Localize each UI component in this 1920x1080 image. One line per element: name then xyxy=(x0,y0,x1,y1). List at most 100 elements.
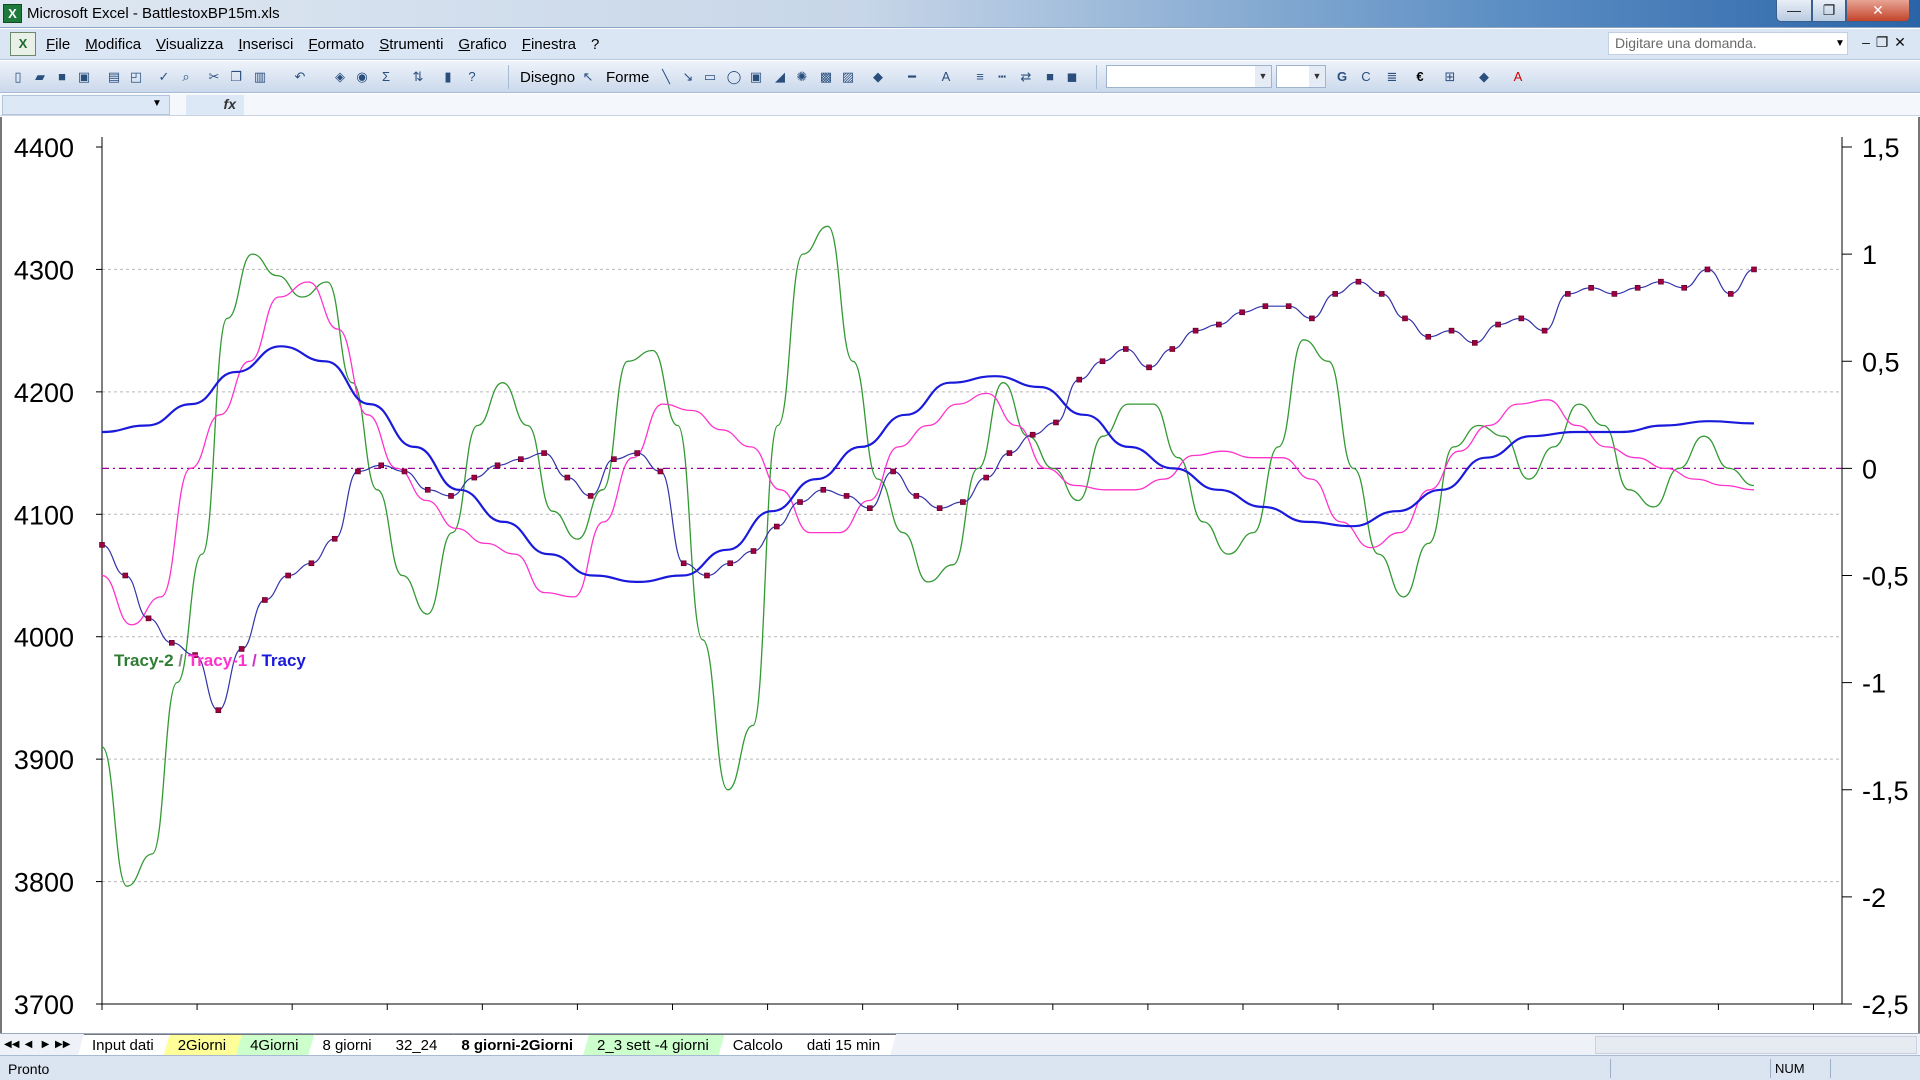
save-icon[interactable]: ■ xyxy=(52,67,72,87)
excel-icon[interactable]: X xyxy=(3,4,22,23)
sort-icon[interactable]: ⇅ xyxy=(408,67,428,87)
mdi-close-button[interactable]: ✕ xyxy=(1890,34,1910,51)
price-point xyxy=(308,560,315,567)
price-point xyxy=(1122,346,1129,352)
pointer-icon[interactable]: ↖ xyxy=(578,67,598,87)
sheet-tab-3[interactable]: 8 giorni xyxy=(308,1034,387,1055)
status-cell xyxy=(1830,1059,1918,1078)
price-point xyxy=(448,493,454,499)
textbox-icon[interactable]: ▣ xyxy=(746,67,766,87)
horizontal-scrollbar[interactable] xyxy=(1595,1036,1917,1054)
menu-item-0[interactable]: File xyxy=(46,36,77,53)
font-size-select[interactable]: ▼ xyxy=(1276,65,1326,88)
print-icon[interactable]: ▤ xyxy=(104,67,124,87)
sheet-tab-7[interactable]: Calcolo xyxy=(719,1034,799,1055)
next-sheet-icon[interactable]: ▶ xyxy=(38,1036,53,1053)
line-color-icon[interactable]: ━ xyxy=(902,67,922,87)
price-point xyxy=(1378,291,1385,297)
chevron-down-icon[interactable]: ▼ xyxy=(152,95,162,113)
spelling-icon[interactable]: ✓ xyxy=(154,67,174,87)
name-box[interactable] xyxy=(2,95,170,115)
menu-item-5[interactable]: Strumenti xyxy=(379,36,450,53)
fill-color-icon[interactable]: ◆ xyxy=(868,67,888,87)
fill-color-icon[interactable]: ◆ xyxy=(1474,67,1494,87)
font-color-icon[interactable]: A xyxy=(936,67,956,87)
menu-item-7[interactable]: Finestra xyxy=(522,36,583,53)
chevron-down-icon[interactable]: ▼ xyxy=(1255,66,1271,87)
line-style-icon[interactable]: ≡ xyxy=(970,67,990,87)
wordart-icon[interactable]: ◢ xyxy=(770,67,790,87)
rectangle-icon[interactable]: ▭ xyxy=(700,67,720,87)
autosum-icon[interactable]: Σ xyxy=(376,67,396,87)
sheet-tab-5[interactable]: 8 giorni-2Giorni xyxy=(447,1034,589,1055)
menu-bar: X File Modifica Visualizza Inserisci Formato… xyxy=(0,29,1920,60)
sheet-tab-4[interactable]: 32_24 xyxy=(382,1034,454,1055)
permission-icon[interactable]: ▣ xyxy=(74,67,94,87)
undo-icon[interactable]: ↶ xyxy=(290,67,310,87)
line-icon[interactable]: ╲ xyxy=(656,67,676,87)
menu-item-1[interactable]: Modifica xyxy=(85,36,148,53)
price-point xyxy=(215,707,222,713)
chart-wizard-icon[interactable]: ◉ xyxy=(352,67,372,87)
borders-icon[interactable]: ⊞ xyxy=(1440,67,1460,87)
prev-sheet-icon[interactable]: ◀ xyxy=(21,1036,36,1053)
new-document-icon[interactable]: ▯ xyxy=(8,67,28,87)
shadow-icon[interactable]: ■ xyxy=(1040,67,1060,87)
menu-item-3[interactable]: Inserisci xyxy=(238,36,300,53)
chevron-down-icon[interactable]: ▼ xyxy=(1309,66,1325,87)
arrow-icon[interactable]: ↘ xyxy=(678,67,698,87)
shapes-menu-button[interactable]: Forme xyxy=(606,69,649,86)
arrow-style-icon[interactable]: ⇄ xyxy=(1016,67,1036,87)
maximize-button[interactable]: ❐ xyxy=(1812,0,1846,22)
chevron-down-icon[interactable]: ▼ xyxy=(1832,32,1848,55)
menu-item-2[interactable]: Visualizza xyxy=(156,36,230,53)
font-name-select[interactable]: ▼ xyxy=(1106,65,1272,88)
left-tick-label: 3800 xyxy=(14,868,74,898)
draw-menu-button[interactable]: Disegno xyxy=(520,69,575,86)
research-icon[interactable]: ⌕ xyxy=(176,67,196,87)
sheet-tab-2[interactable]: 4Giorni xyxy=(236,1034,314,1055)
oval-icon[interactable]: ◯ xyxy=(724,67,744,87)
hyperlink-icon[interactable]: ◈ xyxy=(330,67,350,87)
last-sheet-icon[interactable]: ▶▶ xyxy=(55,1036,70,1053)
menu-item-4[interactable]: Formato xyxy=(308,36,371,53)
menu-item-8[interactable]: ? xyxy=(591,36,606,53)
price-point xyxy=(1192,327,1199,334)
dash-style-icon[interactable]: ┅ xyxy=(992,67,1012,87)
open-folder-icon[interactable]: ▰ xyxy=(30,67,50,87)
workbook-icon[interactable]: X xyxy=(10,32,36,56)
bold-button[interactable]: G xyxy=(1332,67,1352,87)
3d-icon[interactable]: ◼ xyxy=(1062,67,1082,87)
minimize-button[interactable]: — xyxy=(1776,0,1812,22)
question-input[interactable]: Digitare una domanda. xyxy=(1608,32,1848,55)
chart-icon[interactable]: ▮ xyxy=(438,67,458,87)
chart-area[interactable]: 4400 4300 4200 4100 4000 3900 3800 3700 1,5 1 0,5 0… xyxy=(0,117,1920,1033)
sheet-tab-1[interactable]: 2Giorni xyxy=(164,1034,242,1055)
picture-icon[interactable]: ▨ xyxy=(838,67,858,87)
first-sheet-icon[interactable]: ◀◀ xyxy=(4,1036,19,1053)
chart-svg[interactable]: 4400 4300 4200 4100 4000 3900 3800 3700 1,5 1 0,5 0… xyxy=(2,117,1918,1033)
price-point xyxy=(1471,340,1478,346)
fx-icon[interactable]: fx xyxy=(186,95,244,115)
diagram-icon[interactable]: ✺ xyxy=(792,67,812,87)
right-tick-label: 1,5 xyxy=(1862,133,1900,163)
align-icon[interactable]: ≣ xyxy=(1382,67,1402,87)
price-point xyxy=(680,560,687,567)
price-point xyxy=(983,474,989,481)
paste-icon[interactable]: ▥ xyxy=(250,67,270,87)
currency-button[interactable]: € xyxy=(1410,67,1430,87)
copy-icon[interactable]: ❐ xyxy=(226,67,246,87)
sheet-tab-6[interactable]: 2_3 sett -4 giorni xyxy=(583,1034,725,1055)
font-color-icon[interactable]: A xyxy=(1508,67,1528,87)
italic-button[interactable]: C xyxy=(1356,67,1376,87)
help-icon[interactable]: ? xyxy=(462,67,482,87)
close-button[interactable]: ✕ xyxy=(1846,0,1910,22)
clipart-icon[interactable]: ▩ xyxy=(816,67,836,87)
sheet-tab-8[interactable]: dati 15 min xyxy=(793,1034,896,1055)
sheet-tab-0[interactable]: Input dati xyxy=(78,1034,170,1055)
print-preview-icon[interactable]: ◰ xyxy=(126,67,146,87)
menu-item-6[interactable]: Grafico xyxy=(458,36,513,53)
mdi-restore-button[interactable]: ❐ xyxy=(1872,34,1892,51)
series-line-0 xyxy=(101,225,1755,887)
cut-icon[interactable]: ✂ xyxy=(204,67,224,87)
